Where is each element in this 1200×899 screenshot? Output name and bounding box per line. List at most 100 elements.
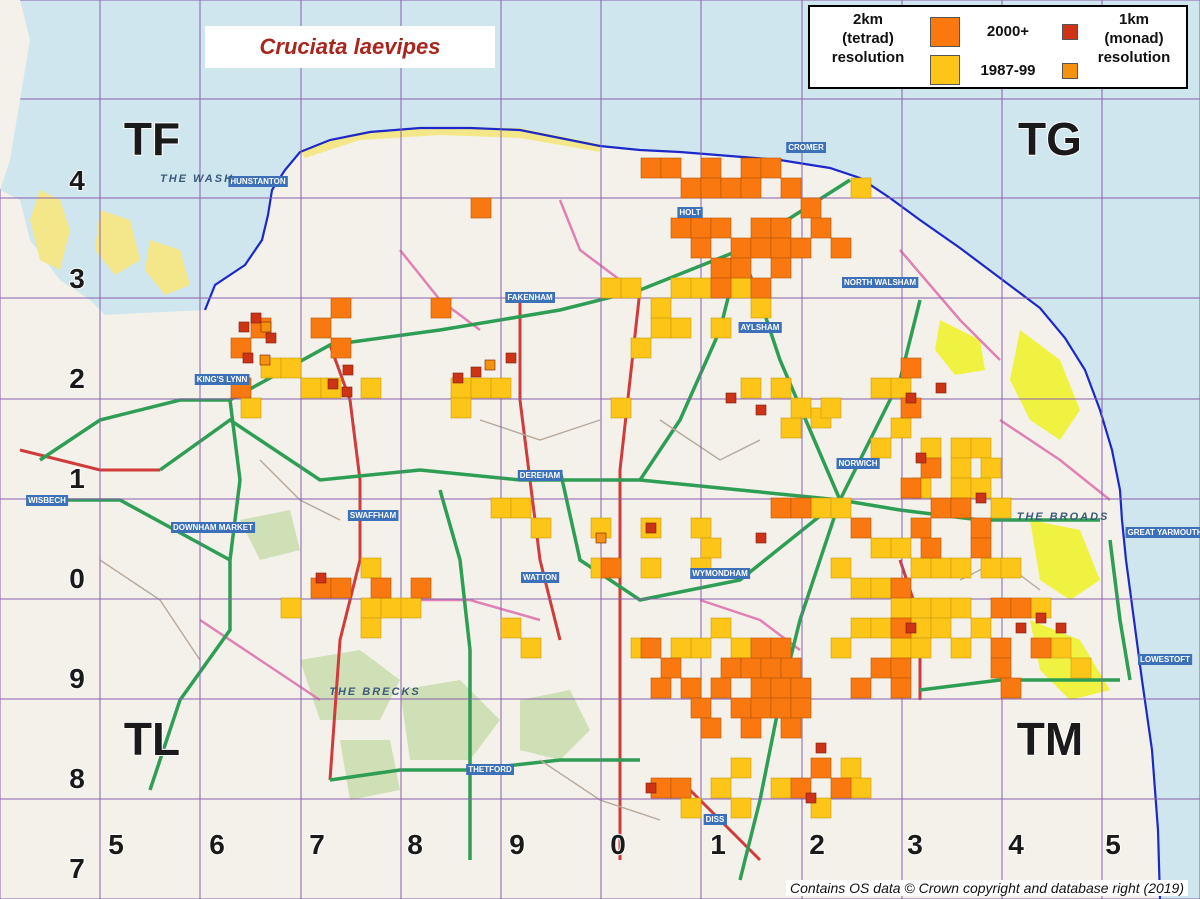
tetrad-record-2000-plus [700, 157, 722, 179]
tetrad-record-2000-plus [920, 537, 942, 559]
easting-label: 8 [407, 829, 423, 860]
monad-record-2000-plus [905, 392, 917, 404]
monad-record-2000-plus [242, 352, 254, 364]
tetrad-record-2000-plus [990, 637, 1012, 659]
easting-label: 5 [1105, 829, 1121, 860]
tetrad-record-1987-99 [870, 537, 892, 559]
grid-square-label-tm: TM [1017, 713, 1083, 765]
easting-label: 7 [309, 829, 325, 860]
tetrad-record-1987-99 [810, 497, 832, 519]
place-label: CROMER [788, 143, 824, 152]
tetrad-record-2000-plus [790, 697, 812, 719]
place-label: DOWNHAM MARKET [173, 523, 253, 532]
tetrad-record-2000-plus [670, 217, 692, 239]
tetrad-record-1987-99 [650, 297, 672, 319]
monad-record-2000-plus [905, 622, 917, 634]
tetrad-record-2000-plus [760, 657, 782, 679]
tetrad-record-1987-99 [670, 317, 692, 339]
tetrad-record-2000-plus [710, 677, 732, 699]
tetrad-record-1987-99 [910, 597, 932, 619]
place-label: THE BROADS [1017, 511, 1110, 523]
monad-record-2000-plus [815, 742, 827, 754]
tetrad-record-1987-99 [280, 597, 302, 619]
tetrad-record-2000-plus [710, 217, 732, 239]
tetrad-record-1987-99 [1070, 657, 1092, 679]
place-label: HOLT [679, 208, 700, 217]
tetrad-record-1987-99 [830, 497, 852, 519]
tetrad-record-2000-plus [830, 237, 852, 259]
tetrad-record-2000-plus [770, 217, 792, 239]
monad-record-2000-plus [341, 386, 353, 398]
easting-label: 1 [710, 829, 726, 860]
easting-label: 4 [1008, 829, 1024, 860]
tetrad-record-1987-99 [280, 357, 302, 379]
tetrad-record-1987-99 [730, 277, 752, 299]
tetrad-record-2000-plus [330, 577, 352, 599]
place-label: HUNSTANTON [230, 177, 285, 186]
tetrad-record-1987-99 [930, 557, 952, 579]
tetrad-record-2000-plus [770, 257, 792, 279]
tetrad-record-1987-99 [970, 617, 992, 639]
tetrad-record-2000-plus [370, 577, 392, 599]
tetrad-record-2000-plus [790, 237, 812, 259]
tetrad-record-1987-99 [890, 537, 912, 559]
tetrad-record-1987-99 [790, 397, 812, 419]
tetrad-record-2000-plus [950, 497, 972, 519]
tetrad-record-2000-plus [930, 497, 952, 519]
place-label: SWAFFHAM [350, 511, 397, 520]
tetrad-record-1987-99 [890, 597, 912, 619]
place-label: THETFORD [468, 765, 512, 774]
tetrad-record-2000-plus [890, 577, 912, 599]
tetrad-record-1987-99 [890, 637, 912, 659]
place-label: THE BRECKS [329, 686, 421, 698]
tetrad-record-2000-plus [750, 217, 772, 239]
tetrad-record-1987-99 [990, 497, 1012, 519]
tetrad-record-2000-plus [680, 177, 702, 199]
monad-record-2000-plus [725, 392, 737, 404]
tetrad-record-1987-99 [930, 597, 952, 619]
tetrad-record-1987-99 [870, 617, 892, 639]
legend-swatch-tetrad-recent [930, 17, 960, 47]
tetrad-record-1987-99 [910, 557, 932, 579]
tetrad-record-2000-plus [770, 237, 792, 259]
tetrad-record-1987-99 [730, 637, 752, 659]
legend-swatch-tetrad-old [930, 55, 960, 85]
tetrad-record-1987-99 [240, 397, 262, 419]
tetrad-record-1987-99 [680, 797, 702, 819]
monad-record-1987-99 [260, 321, 272, 333]
tetrad-record-1987-99 [840, 757, 862, 779]
easting-label: 9 [509, 829, 525, 860]
tetrad-record-1987-99 [950, 637, 972, 659]
tetrad-record-2000-plus [760, 157, 782, 179]
tetrad-record-1987-99 [670, 277, 692, 299]
place-label: LOWESTOFT [1140, 655, 1190, 664]
tetrad-record-1987-99 [490, 377, 512, 399]
monad-record-2000-plus [238, 321, 250, 333]
tetrad-record-2000-plus [690, 237, 712, 259]
tetrad-record-2000-plus [640, 637, 662, 659]
tetrad-record-1987-99 [510, 497, 532, 519]
tetrad-record-1987-99 [870, 377, 892, 399]
tetrad-record-2000-plus [800, 197, 822, 219]
tetrad-record-2000-plus [780, 717, 802, 739]
tetrad-record-2000-plus [660, 657, 682, 679]
tetrad-record-1987-99 [630, 337, 652, 359]
tetrad-record-2000-plus [850, 517, 872, 539]
legend-tetrad-line-2: (tetrad) [842, 30, 894, 47]
tetrad-record-2000-plus [750, 237, 772, 259]
tetrad-record-2000-plus [970, 537, 992, 559]
monad-record-2000-plus [452, 372, 464, 384]
tetrad-record-1987-99 [950, 437, 972, 459]
monad-record-2000-plus [315, 572, 327, 584]
tetrad-record-1987-99 [820, 397, 842, 419]
tetrad-record-1987-99 [690, 637, 712, 659]
tetrad-record-2000-plus [660, 157, 682, 179]
tetrad-record-2000-plus [740, 177, 762, 199]
tetrad-record-2000-plus [990, 597, 1012, 619]
monad-record-2000-plus [935, 382, 947, 394]
tetrad-record-2000-plus [670, 777, 692, 799]
tetrad-record-2000-plus [710, 277, 732, 299]
tetrad-record-1987-99 [380, 597, 402, 619]
tetrad-record-2000-plus [710, 257, 732, 279]
monad-record-2000-plus [470, 366, 482, 378]
